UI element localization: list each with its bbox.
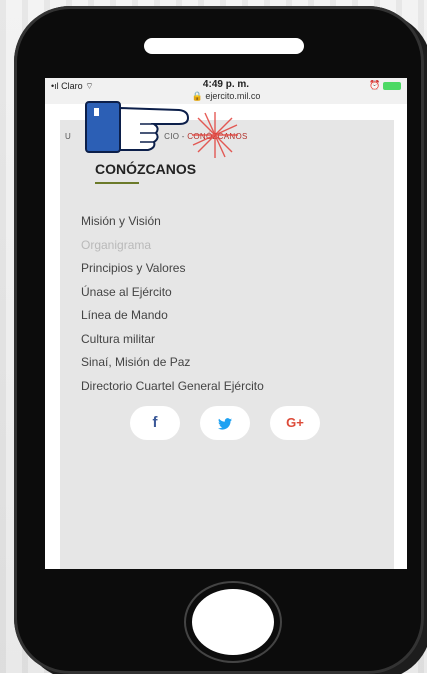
url-text: ejercito.mil.co — [205, 91, 261, 101]
menu-item-cultura-militar[interactable]: Cultura militar — [81, 328, 264, 352]
page-content: U CIO - CONÓZCANOS CONÓZCANOS Misión y V… — [60, 120, 394, 569]
googleplus-button[interactable]: G+ — [270, 406, 320, 440]
title-underline — [95, 182, 139, 184]
page-title: CONÓZCANOS — [95, 161, 197, 177]
menu-item-directorio[interactable]: Directorio Cuartel General Ejército — [81, 375, 264, 399]
status-icons: ⏰ — [369, 80, 401, 91]
phone-screen: •ıl Claro ⌔ 4:49 p. m. 🔒 ejercito.mil.co… — [45, 78, 407, 569]
breadcrumb-home[interactable]: U — [65, 132, 71, 141]
home-button[interactable] — [192, 589, 274, 655]
menu-item-linea-mando[interactable]: Línea de Mando — [81, 304, 264, 328]
section-menu: Misión y Visión Organigrama Principios y… — [81, 210, 264, 398]
menu-item-principios-valores[interactable]: Principios y Valores — [81, 257, 264, 281]
phone-speaker — [144, 38, 304, 54]
menu-item-unase[interactable]: Únase al Ejército — [81, 281, 264, 305]
battery-icon — [383, 81, 401, 90]
alarm-icon: ⏰ — [369, 80, 381, 90]
twitter-button[interactable] — [200, 406, 250, 440]
facebook-icon: f — [152, 414, 158, 431]
menu-item-sinai[interactable]: Sinaí, Misión de Paz — [81, 351, 264, 375]
menu-item-mision-vision[interactable]: Misión y Visión — [81, 210, 264, 234]
googleplus-icon: G+ — [286, 415, 304, 430]
menu-item-organigrama[interactable]: Organigrama — [81, 234, 264, 258]
twitter-icon — [218, 418, 232, 430]
pointing-hand-icon — [85, 101, 190, 153]
facebook-button[interactable]: f — [130, 406, 180, 440]
